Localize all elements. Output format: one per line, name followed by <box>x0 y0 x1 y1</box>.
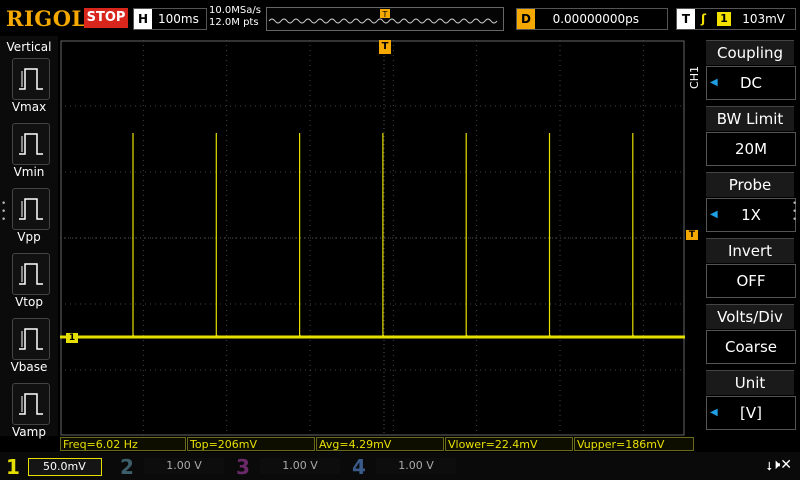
vtop-icon <box>19 263 43 285</box>
vmin-icon <box>19 133 43 155</box>
right-page-dots-icon: • • • <box>792 199 798 225</box>
trigger-position-bar[interactable]: T <box>266 7 504 31</box>
rising-edge-icon: ʃ <box>701 12 706 26</box>
menu-probe-value[interactable]: ◀ 1X <box>706 198 796 232</box>
sample-rate: 10.0MSa/s <box>209 5 261 16</box>
svg-text:T: T <box>382 10 388 19</box>
horizontal-key: H <box>134 9 152 29</box>
waveform-grid <box>60 40 685 436</box>
menu-value-text: 1X <box>741 206 761 224</box>
measure-vmin-label: Vmin <box>13 165 45 179</box>
vbase-icon <box>19 328 43 350</box>
channel-3-number[interactable]: 3 <box>236 455 250 479</box>
run-stop-indicator[interactable]: STOP <box>84 8 128 28</box>
menu-arrow-icon: ◀ <box>710 407 718 418</box>
menu-value-text: [V] <box>740 404 762 422</box>
delay-box[interactable]: D 0.00000000ps <box>516 8 668 30</box>
ch1-offset-marker[interactable]: 1 <box>66 333 78 343</box>
channel-2-scale[interactable]: 1.00 V <box>144 458 224 474</box>
menu-unit-title[interactable]: Unit <box>706 370 794 395</box>
channel-scale-text: 50.0mV <box>43 460 86 473</box>
menu-volts-div-value[interactable]: Coarse <box>706 330 796 364</box>
measure-vmin-button[interactable] <box>12 123 50 165</box>
delay-key: D <box>517 9 535 29</box>
channel-scale-text: 1.00 V <box>282 459 318 472</box>
measurement-item[interactable]: Vlower=22.4mV <box>445 437 573 451</box>
delay-value: 0.00000000ps <box>552 12 639 26</box>
menu-coupling-title[interactable]: Coupling <box>706 40 794 65</box>
menu-arrow-icon: ◀ <box>710 209 718 220</box>
channel-scale-text: 1.00 V <box>166 459 202 472</box>
measure-vbase-button[interactable] <box>12 318 50 360</box>
measurement-item[interactable]: Top=206mV <box>187 437 315 451</box>
menu-value-text: DC <box>739 74 763 92</box>
menu-volts-div-title[interactable]: Volts/Div <box>706 304 794 329</box>
vpp-icon <box>19 198 43 220</box>
waveform-display <box>60 40 685 436</box>
left-page-dots-icon: • • • <box>1 199 7 225</box>
menu-value-text: OFF <box>736 272 766 290</box>
measure-vmax-label: Vmax <box>11 100 47 114</box>
trigger-time-marker[interactable]: T <box>379 40 391 54</box>
measurement-item[interactable]: Avg=4.29mV <box>316 437 444 451</box>
measurement-bar: Freq=6.02 Hz Top=206mV Avg=4.29mV Vlower=22… <box>60 437 700 451</box>
menu-bw-limit-title[interactable]: BW Limit <box>706 106 794 131</box>
ch1-trace <box>60 133 685 339</box>
channel-2-number[interactable]: 2 <box>120 455 134 479</box>
menu-bw-limit-value[interactable]: 20M <box>706 132 796 166</box>
menu-invert-title[interactable]: Invert <box>706 238 794 263</box>
rigol-logo: RIGOL <box>6 6 87 31</box>
measurement-item[interactable]: Freq=6.02 Hz <box>60 437 186 451</box>
measure-vamp-label: Vamp <box>12 425 46 439</box>
channel-scale-text: 1.00 V <box>398 459 434 472</box>
measure-vmax-button[interactable] <box>12 58 50 100</box>
channel-4-number[interactable]: 4 <box>352 455 366 479</box>
measure-vamp-button[interactable] <box>12 383 50 425</box>
measure-vpp-label: Vpp <box>17 230 41 244</box>
vamp-icon <box>19 393 43 415</box>
waveform-overview: T <box>268 9 498 24</box>
menu-invert-value[interactable]: OFF <box>706 264 796 298</box>
left-menu-title: Vertical <box>6 40 52 54</box>
memory-depth: 12.0M pts <box>209 17 259 28</box>
timebase-value: 100ms <box>158 12 199 26</box>
measure-vtop-button[interactable] <box>12 253 50 295</box>
sample-info: 10.0MSa/s 12.0M pts <box>209 5 261 29</box>
menu-arrow-icon: ◀ <box>710 77 718 88</box>
menu-value-text: 20M <box>734 140 768 158</box>
trigger-source: 1 <box>717 12 731 26</box>
menu-probe-title[interactable]: Probe <box>706 172 794 197</box>
measure-vpp-button[interactable] <box>12 188 50 230</box>
channel-1-number[interactable]: 1 <box>6 455 20 479</box>
menu-unit-value[interactable]: ◀ [V] <box>706 396 796 430</box>
channel-3-scale[interactable]: 1.00 V <box>260 458 340 474</box>
menu-value-text: Coarse <box>724 338 778 356</box>
menu-coupling-value[interactable]: ◀ DC <box>706 66 796 100</box>
vmax-icon <box>19 68 43 90</box>
speaker-muted-icon[interactable]: 🕨✕ <box>771 457 792 473</box>
channel-4-scale[interactable]: 1.00 V <box>376 458 456 474</box>
horizontal-timebase[interactable]: H 100ms <box>133 8 207 30</box>
measure-vbase-label: Vbase <box>10 360 48 374</box>
measurement-item[interactable]: Vupper=186mV <box>574 437 694 451</box>
trigger-level: 103mV <box>742 12 785 26</box>
channel-tab: CH1 <box>688 66 701 89</box>
channel-1-scale[interactable]: 50.0mV <box>28 458 102 476</box>
trigger-key: T <box>677 9 695 29</box>
measure-vtop-label: Vtop <box>15 295 43 309</box>
trigger-box[interactable]: T ʃ 1 103mV <box>676 8 796 30</box>
